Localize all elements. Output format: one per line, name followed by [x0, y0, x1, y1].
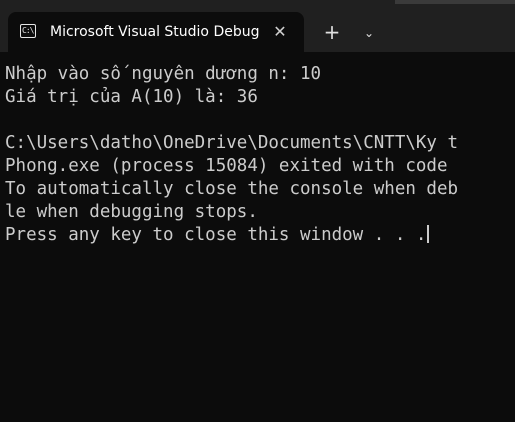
- console-line: Nhập vào số nguyên dương n: 10: [5, 64, 322, 84]
- console-line: C:\Users\datho\OneDrive\Documents\CNTT\K…: [5, 133, 459, 153]
- tab-bar: C:\ Microsoft Visual Studio Debug Consol…: [0, 0, 515, 52]
- tab-bar-edge: [395, 0, 515, 4]
- tab-debug-console[interactable]: C:\ Microsoft Visual Studio Debug Consol…: [8, 12, 304, 52]
- console-line: To automatically close the console when …: [5, 179, 459, 199]
- console-app-icon-glyph: C:\: [22, 26, 34, 35]
- chevron-down-icon[interactable]: ⌄: [357, 22, 381, 44]
- console-app-icon: C:\: [20, 24, 36, 38]
- console-line: Phong.exe (process 15084) exited with co…: [5, 156, 459, 176]
- console-line-text: Press any key to close this window . . .: [5, 225, 427, 245]
- text-cursor: [427, 225, 429, 243]
- new-tab-button[interactable]: +: [320, 22, 344, 44]
- console-line: le when debugging stops.: [5, 202, 258, 222]
- console-output[interactable]: Nhập vào số nguyên dương n: 10 Giá trị c…: [5, 63, 515, 422]
- close-tab-icon[interactable]: ✕: [270, 22, 290, 42]
- console-line-prompt: Press any key to close this window . . .: [5, 224, 515, 247]
- console-line: Giá trị của A(10) là: 36: [5, 87, 258, 107]
- terminal-window: C:\ Microsoft Visual Studio Debug Consol…: [0, 0, 515, 422]
- tab-title: Microsoft Visual Studio Debug Console: [50, 24, 264, 40]
